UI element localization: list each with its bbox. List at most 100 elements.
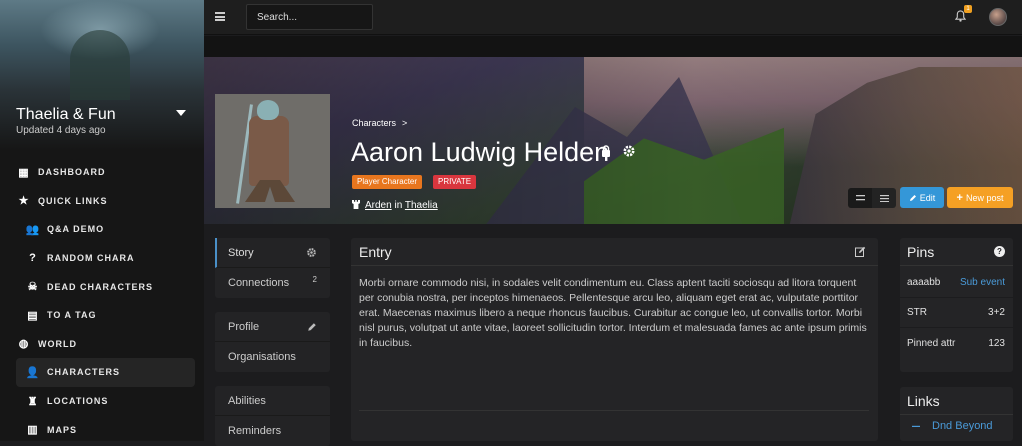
menu-item-label: Reminders [228, 425, 282, 437]
menu-item-label: Profile [228, 320, 260, 333]
search-input[interactable] [246, 4, 373, 30]
map-icon: ▥ [27, 424, 39, 437]
sidebar-item-label: TO A TAG [47, 310, 97, 321]
menu-item-label: Story [228, 246, 254, 259]
entry-header: Entry [351, 238, 878, 266]
character-portrait[interactable] [215, 94, 330, 208]
entry-title: Entry [359, 243, 392, 260]
pin-value-link[interactable]: Sub event [960, 277, 1005, 288]
character-menu-group-abilities: Abilities Reminders [215, 386, 330, 446]
dashboard-icon: ▦ [18, 166, 30, 179]
sidebar-item-dead-characters[interactable]: ☠ DEAD CHARACTERS [0, 272, 204, 301]
layout-toggle [848, 188, 896, 208]
sidebar-item-to-a-tag[interactable]: ▤ TO A TAG [0, 301, 204, 330]
character-location: Arden in Thaelia [352, 200, 438, 211]
menu-item-story[interactable]: Story [215, 238, 330, 268]
sidebar-item-label: DEAD CHARACTERS [47, 281, 154, 292]
sidebar-item-label: DASHBOARD [38, 167, 106, 178]
links-panel: Links ▬▬ Dnd Beyond [900, 387, 1013, 441]
pin-row: STR 3+2 [900, 298, 1013, 328]
plus-icon: + [956, 191, 963, 204]
sidebar: Thaelia & Fun Updated 4 days ago ▦ DASHB… [0, 0, 204, 441]
menu-item-label: Abilities [228, 394, 266, 407]
sidebar-nav: ▦ DASHBOARD ★ QUICK LINKS 👥 Q&A DEMO ? R… [0, 158, 204, 444]
menu-item-label: Connections [228, 277, 290, 289]
sidebar-item-label: MAPS [47, 424, 78, 435]
pin-value: 3+2 [988, 307, 1005, 318]
sidebar-item-quick-links[interactable]: ★ QUICK LINKS [0, 187, 204, 216]
sidebar-item-locations[interactable]: ♜ LOCATIONS [0, 387, 204, 416]
sidebar-item-label: RANDOM CHARA [47, 253, 135, 264]
users-icon: 👥 [25, 223, 41, 236]
sidebar-item-world[interactable]: ◍ WORLD [0, 330, 204, 359]
castle-icon [352, 200, 360, 209]
sidebar-item-random-chara[interactable]: ? RANDOM CHARA [0, 244, 204, 273]
pins-header: Pins ? [900, 238, 1013, 266]
link-item-label: Dnd Beyond [932, 420, 993, 432]
sidebar-item-label: Q&A DEMO [47, 224, 105, 235]
top-bar: 1 [204, 0, 1022, 35]
menu-item-abilities[interactable]: Abilities [215, 386, 330, 416]
sidebar-item-qa-demo[interactable]: 👥 Q&A DEMO [0, 215, 204, 244]
lock-icon [602, 145, 610, 157]
sidebar-item-label: CHARACTERS [47, 367, 120, 378]
pencil-icon[interactable] [307, 322, 317, 332]
entry-text: Morbi ornare commodo nisi, in sodales ve… [359, 277, 867, 349]
breadcrumb-characters-link[interactable]: Characters [352, 118, 396, 128]
sidebar-item-label: QUICK LINKS [38, 195, 108, 206]
edit-square-icon[interactable] [855, 246, 866, 257]
character-menu-group-story: Story Connections 2 [215, 238, 330, 298]
layout-list-button[interactable] [872, 188, 896, 208]
location-link[interactable]: Arden [365, 200, 392, 211]
campaign-title[interactable]: Thaelia & Fun [16, 106, 116, 124]
globe-icon: ◍ [18, 338, 30, 351]
tag-player-character[interactable]: Player Character [352, 175, 423, 189]
new-post-button[interactable]: + New post [947, 187, 1013, 208]
header-spacer [204, 36, 1022, 57]
new-post-button-label: New post [965, 192, 1004, 203]
dnd-beyond-logo-icon: ▬▬ [912, 423, 920, 428]
edit-button-label: Edit [919, 192, 936, 203]
gear-icon[interactable] [622, 144, 636, 158]
menu-item-organisations[interactable]: Organisations [215, 342, 330, 372]
sidebar-item-characters[interactable]: 👤 CHARACTERS [16, 358, 195, 387]
tag-private: PRIVATE [433, 175, 477, 189]
location-in-text: in [394, 200, 403, 211]
connections-count: 2 [312, 275, 317, 284]
breadcrumb: Characters > [352, 118, 407, 128]
pin-label: STR [907, 307, 927, 318]
menu-item-reminders[interactable]: Reminders [215, 416, 330, 446]
sidebar-item-maps[interactable]: ▥ MAPS [0, 415, 204, 444]
campaign-updated: Updated 4 days ago [16, 125, 106, 136]
equals-icon [855, 195, 865, 201]
chevron-down-icon[interactable] [176, 110, 186, 116]
menu-item-connections[interactable]: Connections 2 [215, 268, 330, 298]
list-icon [879, 194, 889, 202]
table-icon: ▤ [27, 309, 39, 322]
edit-button[interactable]: Edit [900, 187, 944, 208]
gear-icon[interactable] [306, 247, 317, 258]
divider [359, 410, 869, 411]
notification-badge: 1 [964, 5, 972, 13]
question-icon: ? [29, 252, 37, 265]
sidebar-item-dashboard[interactable]: ▦ DASHBOARD [0, 158, 204, 187]
pencil-icon [909, 194, 916, 201]
hamburger-menu-icon[interactable] [215, 12, 225, 21]
user-icon: 👤 [25, 366, 41, 379]
skull-icon: ☠ [27, 281, 39, 294]
pin-label: Pinned attr [907, 337, 956, 349]
breadcrumb-separator: > [402, 118, 408, 128]
user-avatar[interactable] [989, 8, 1007, 26]
links-header: Links [900, 387, 1013, 415]
pin-label: aaaabb [907, 277, 941, 288]
entry-panel: Entry Morbi ornare commodo nisi, in soda… [351, 238, 878, 441]
help-icon[interactable]: ? [994, 246, 1005, 257]
sidebar-item-label: LOCATIONS [47, 396, 109, 407]
pin-row: aaaabb Sub event [900, 268, 1013, 298]
world-link[interactable]: Thaelia [405, 200, 438, 211]
character-menu-group-profile: Profile Organisations [215, 312, 330, 372]
menu-item-profile[interactable]: Profile [215, 312, 330, 342]
castle-icon: ♜ [27, 395, 39, 408]
layout-compact-button[interactable] [848, 188, 872, 208]
link-item[interactable]: ▬▬ Dnd Beyond [900, 415, 1013, 432]
